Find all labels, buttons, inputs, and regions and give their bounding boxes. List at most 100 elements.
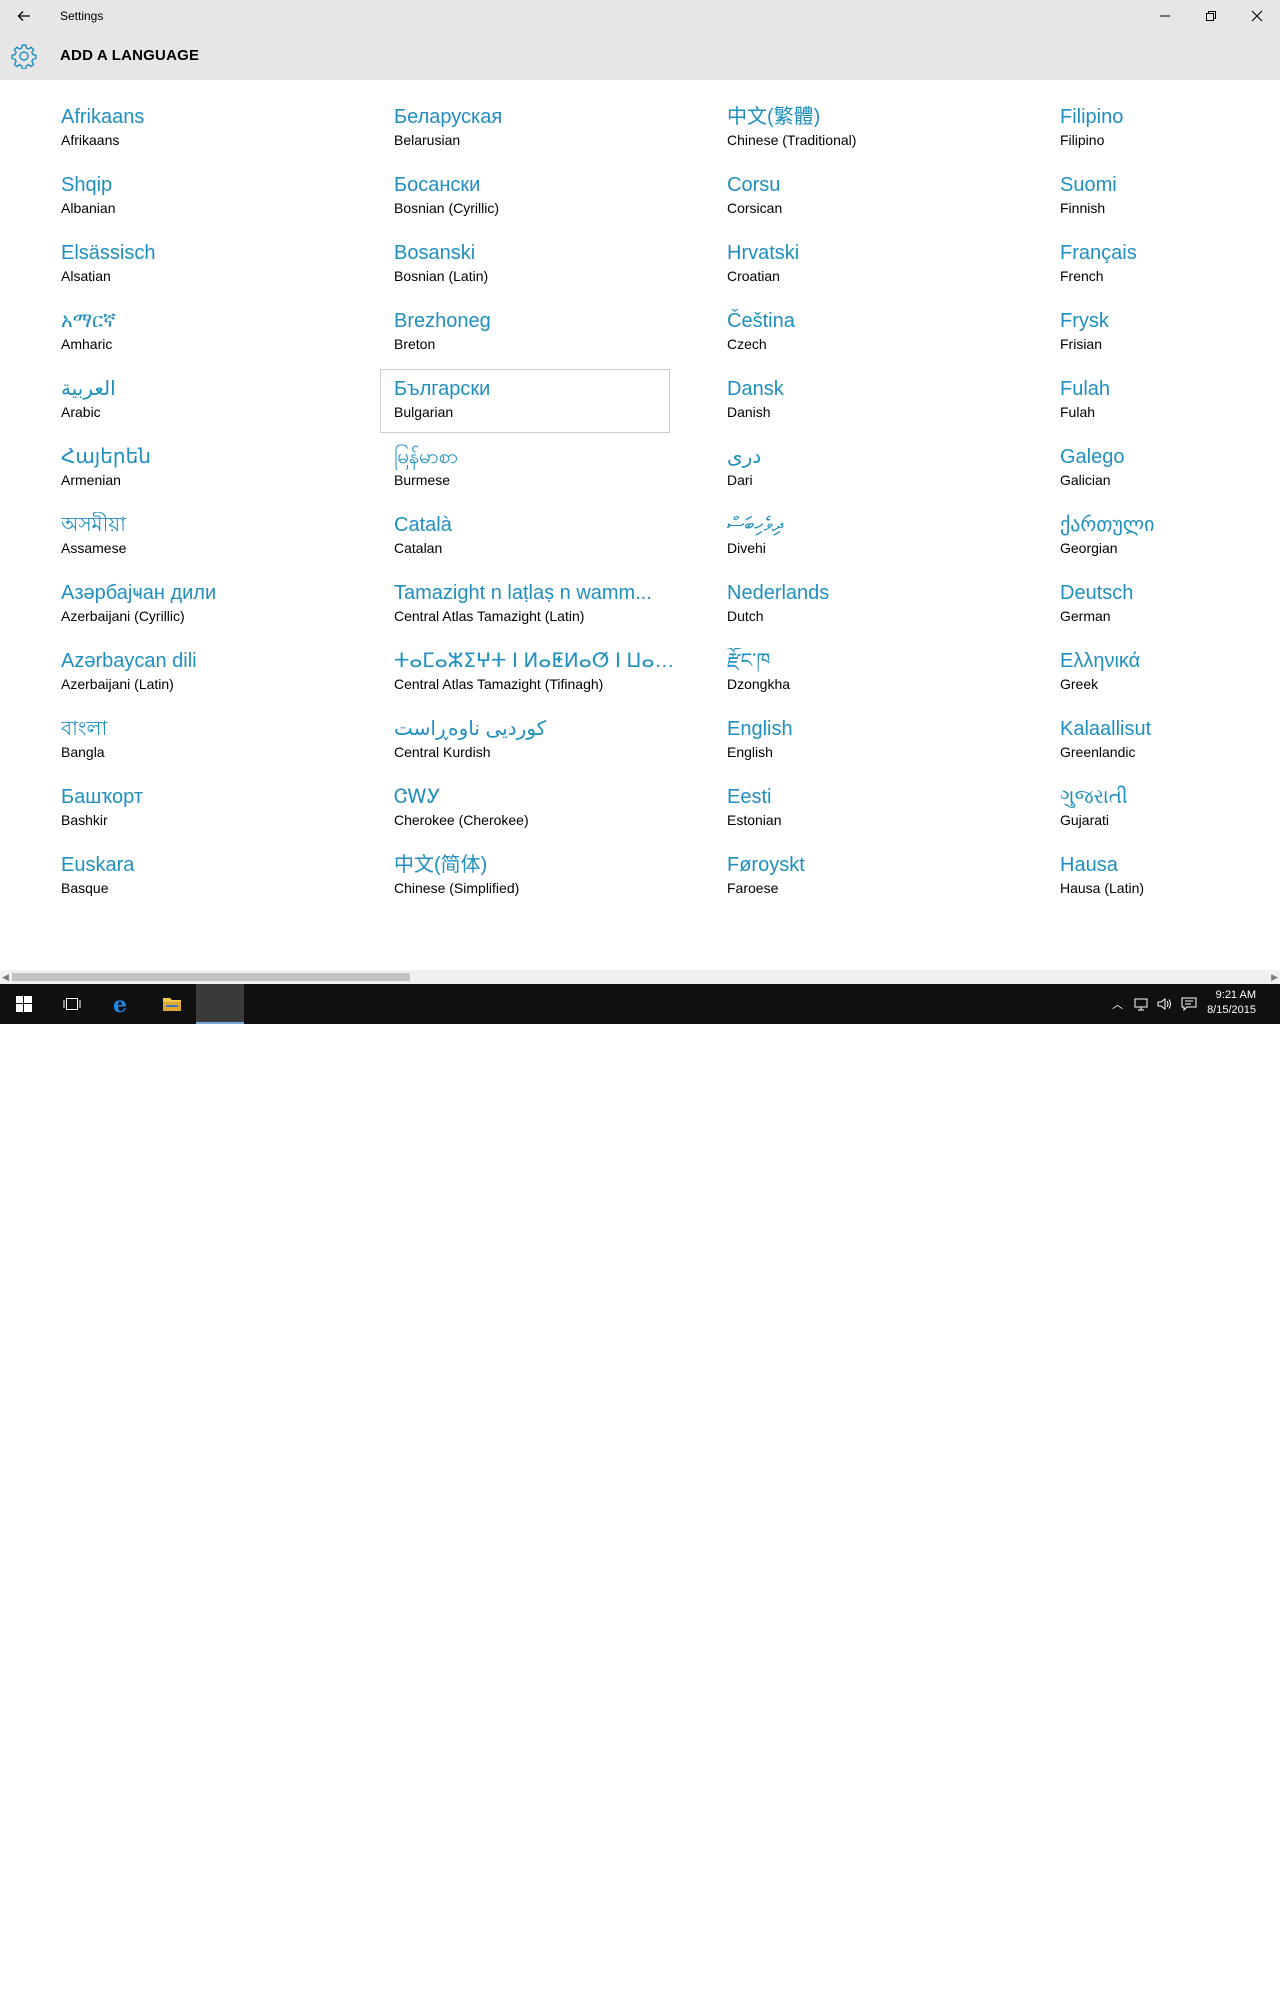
language-item[interactable]: درى Dari — [727, 440, 1017, 502]
language-english-name: Danish — [727, 404, 771, 420]
language-item[interactable]: বাংলা Bangla — [61, 712, 351, 774]
gear-icon — [10, 42, 38, 70]
language-item[interactable]: Tamazight n laṭlaṣ n wamm... Central Atla… — [394, 576, 684, 638]
language-native-name: ᏣᎳᎩ — [394, 786, 441, 808]
language-item[interactable]: မြန်မာစာ Burmese — [394, 440, 684, 502]
language-item[interactable]: Ελληνικά Greek — [1060, 644, 1280, 706]
back-arrow-icon — [17, 11, 30, 21]
language-item[interactable]: Eesti Estonian — [727, 780, 1017, 842]
language-item[interactable]: Suomi Finnish — [1060, 168, 1280, 230]
language-native-name: Brezhoneg — [394, 310, 491, 332]
language-item[interactable]: Български Bulgarian — [380, 369, 670, 433]
task-view-icon — [63, 998, 81, 1010]
horizontal-scrollbar[interactable]: ◀ ▶ — [0, 970, 1280, 984]
language-item[interactable]: 中文(繁體) Chinese (Traditional) — [727, 100, 1017, 162]
close-button[interactable] — [1234, 0, 1280, 32]
language-english-name: Azerbaijani (Cyrillic) — [61, 608, 185, 624]
language-item[interactable]: Беларуская Belarusian — [394, 100, 684, 162]
language-native-name: Беларуская — [394, 106, 503, 128]
language-item[interactable]: Afrikaans Afrikaans — [61, 100, 351, 162]
language-item[interactable]: ગુજરાતી Gujarati — [1060, 780, 1280, 842]
language-item[interactable]: Deutsch German — [1060, 576, 1280, 638]
language-item[interactable]: Nederlands Dutch — [727, 576, 1017, 638]
language-item[interactable]: ދިވެހިބަސް Divehi — [727, 508, 1017, 570]
language-english-name: Croatian — [727, 268, 780, 284]
language-native-name: ދިވެހިބަސް — [727, 514, 783, 536]
language-item[interactable]: አማርኛ Amharic — [61, 304, 351, 366]
scroll-right-icon[interactable]: ▶ — [1268, 972, 1278, 982]
language-item[interactable]: Català Catalan — [394, 508, 684, 570]
settings-taskbar-button[interactable] — [196, 984, 244, 1024]
language-item[interactable]: Bosanski Bosnian (Latin) — [394, 236, 684, 298]
language-item[interactable]: Euskara Basque — [61, 848, 351, 910]
language-item[interactable]: རྫོང་ཁ Dzongkha — [727, 644, 1017, 706]
language-native-name: Čeština — [727, 310, 795, 332]
language-english-name: Bosnian (Cyrillic) — [394, 200, 500, 216]
minimize-icon — [1160, 15, 1170, 17]
language-item[interactable]: Kalaallisut Greenlandic — [1060, 712, 1280, 774]
restore-button[interactable] — [1188, 0, 1234, 32]
language-item[interactable]: Босански Bosnian (Cyrillic) — [394, 168, 684, 230]
language-item[interactable]: Français French — [1060, 236, 1280, 298]
minimize-button[interactable] — [1142, 0, 1188, 32]
language-item[interactable]: Galego Galician — [1060, 440, 1280, 502]
language-item[interactable]: Dansk Danish — [727, 372, 1017, 434]
language-item[interactable]: Azərbaycan dili Azerbaijani (Latin) — [61, 644, 351, 706]
language-item[interactable]: Shqip Albanian — [61, 168, 351, 230]
language-item[interactable]: Հայերեն Armenian — [61, 440, 351, 502]
language-item[interactable]: Hrvatski Croatian — [727, 236, 1017, 298]
edge-button[interactable]: e — [98, 984, 146, 1024]
language-item[interactable]: ქართული Georgian — [1060, 508, 1280, 570]
language-item[interactable]: Čeština Czech — [727, 304, 1017, 366]
language-item[interactable]: অসমীয়া Assamese — [61, 508, 351, 570]
language-english-name: Armenian — [61, 472, 121, 488]
scroll-left-icon[interactable]: ◀ — [2, 972, 12, 982]
svg-text:e: e — [113, 993, 127, 1015]
language-english-name: Central Atlas Tamazight (Tifinagh) — [394, 676, 604, 692]
clock-time: 9:21 AM — [1215, 989, 1256, 1001]
language-english-name: Fulah — [1060, 404, 1096, 420]
language-english-name: Amharic — [61, 336, 113, 352]
language-item[interactable]: Føroyskt Faroese — [727, 848, 1017, 910]
language-item[interactable]: Hausa Hausa (Latin) — [1060, 848, 1280, 910]
language-item[interactable]: Corsu Corsican — [727, 168, 1017, 230]
language-native-name: Français — [1060, 242, 1137, 264]
language-item[interactable]: Filipino Filipino — [1060, 100, 1280, 162]
language-english-name: Alsatian — [61, 268, 111, 284]
file-explorer-button[interactable] — [148, 984, 196, 1024]
clock-date: 8/15/2015 — [1207, 1004, 1256, 1016]
language-item[interactable]: Elsässisch Alsatian — [61, 236, 351, 298]
language-item[interactable]: العربية Arabic — [61, 372, 351, 434]
scrollbar-thumb[interactable] — [12, 973, 410, 981]
language-item[interactable]: Frysk Frisian — [1060, 304, 1280, 366]
action-center-icon[interactable] — [1181, 997, 1197, 1011]
language-english-name: Dari — [727, 472, 753, 488]
language-item[interactable]: Fulah Fulah — [1060, 372, 1280, 434]
language-native-name: Fulah — [1060, 378, 1111, 400]
task-view-button[interactable] — [48, 984, 96, 1024]
language-item[interactable]: 中文(简体) Chinese (Simplified) — [394, 848, 684, 910]
language-native-name: Elsässisch — [61, 242, 156, 264]
language-english-name: Gujarati — [1060, 812, 1110, 828]
language-native-name: Suomi — [1060, 174, 1117, 196]
language-item[interactable]: Азәрбајҹан дили Azerbaijani (Cyrillic) — [61, 576, 351, 638]
language-item[interactable]: ⵜⴰⵎⴰⵣⵉⵖⵜ ⵏ ⵍⴰⵟⵍⴰⵚ ⵏ ⵡⴰⵎⵎⴰⵙ Central Atlas … — [394, 644, 684, 706]
language-native-name: ქართული — [1060, 514, 1155, 536]
start-button[interactable] — [0, 984, 48, 1024]
language-item[interactable]: کوردیی ناوەڕاست Central Kurdish — [394, 712, 684, 774]
language-native-name: Tamazight n laṭlaṣ n wamm... — [394, 582, 652, 604]
language-native-name: العربية — [61, 378, 116, 400]
network-icon[interactable] — [1133, 997, 1149, 1011]
language-english-name: Central Atlas Tamazight (Latin) — [394, 608, 585, 624]
back-button[interactable] — [0, 0, 48, 32]
language-english-name: Galician — [1060, 472, 1111, 488]
language-item[interactable]: ᏣᎳᎩ Cherokee (Cherokee) — [394, 780, 684, 842]
language-item[interactable]: Башҡорт Bashkir — [61, 780, 351, 842]
clock[interactable]: 9:21 AM 8/15/2015 — [1207, 988, 1256, 1018]
volume-icon[interactable] — [1157, 997, 1173, 1011]
chevron-up-icon[interactable]: ︿ — [1112, 996, 1123, 1012]
language-english-name: Catalan — [394, 540, 443, 556]
language-item[interactable]: English English — [727, 712, 1017, 774]
language-item[interactable]: Brezhoneg Breton — [394, 304, 684, 366]
language-english-name: German — [1060, 608, 1111, 624]
